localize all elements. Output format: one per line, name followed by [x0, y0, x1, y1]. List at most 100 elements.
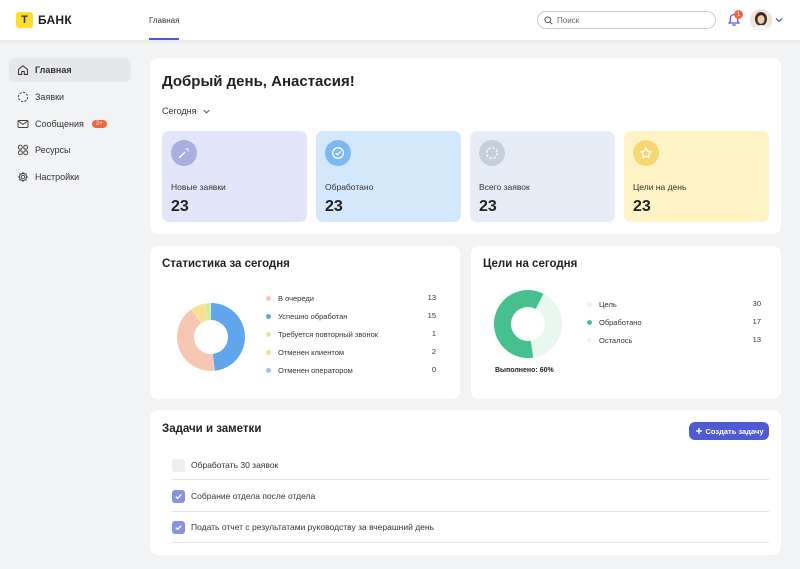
plus-icon [695, 428, 702, 434]
task-item: Собрание отдела после отдела [172, 480, 769, 512]
sidebar-item-label: Заявки [35, 92, 65, 102]
loader-icon [486, 147, 498, 159]
period-dropdown[interactable]: Сегодня [162, 106, 211, 116]
goals-today-card: Цели на сегодня Выполнено: 60% Цель 30 Обр… [471, 246, 781, 399]
task-checkbox[interactable] [172, 489, 185, 503]
stat-card-processed[interactable]: Обработано 23 [316, 131, 461, 222]
stat-label: Обработано [325, 182, 374, 192]
envelope-icon [17, 120, 29, 128]
stat-value: 23 [171, 198, 189, 215]
sidebar-item-label: Ресурсы [35, 145, 71, 155]
check-circle-icon [332, 147, 344, 159]
sidebar-item-label: Сообщения [35, 119, 84, 129]
home-icon [18, 65, 28, 75]
task-text: Обработать 30 заявок [191, 460, 279, 470]
legend-label: Успешно обработан [278, 311, 348, 321]
legend-dot [266, 349, 271, 355]
stats-today-card: Статистика за сегодня В очереди 13 Успешно… [150, 246, 460, 399]
stat-icon-circle [325, 140, 351, 166]
task-text: Подать отчет с результатами руководству … [191, 522, 435, 532]
goals-donut-chart [493, 290, 562, 358]
legend-label: Отменен оператором [278, 365, 353, 375]
gear-icon [18, 172, 28, 182]
sidebar-item-settings[interactable]: Настройки [9, 165, 131, 189]
stat-label: Цели на день [633, 182, 687, 192]
donut-slice [211, 303, 245, 371]
grid-icon [17, 144, 29, 156]
legend-item: Цель [587, 299, 617, 309]
logo-text: БАНК [38, 13, 73, 27]
avatar[interactable] [750, 9, 772, 31]
goals-today-title: Цели на сегодня [483, 258, 578, 270]
sidebar-item-requests[interactable]: Заявки [9, 85, 131, 109]
legend-label: Осталось [599, 335, 633, 345]
legend-label: В очереди [278, 293, 314, 303]
period-label: Сегодня [162, 106, 197, 116]
new-requests-icon [179, 148, 190, 158]
stat-card-daily-goals[interactable]: Цели на день 23 [624, 131, 769, 222]
sidebar-item-resources[interactable]: Ресурсы [9, 138, 131, 162]
task-checkbox[interactable] [172, 520, 185, 534]
stats-legend: В очереди 13 Успешно обработан 15 Требуется … [266, 293, 438, 383]
legend-label: Обработано [599, 317, 642, 327]
sidebar-item-messages[interactable]: Сообщения 2+ [9, 112, 131, 136]
stat-value: 23 [633, 198, 651, 215]
tasks-card: Задачи и заметки Создать задачу Обработа… [150, 410, 781, 555]
legend-item: Успешно обработан [266, 311, 347, 321]
legend-value: 2 [431, 347, 436, 356]
task-text: Собрание отдела после отдела [191, 491, 316, 501]
page-title: Добрый день, Анастасия! [162, 73, 355, 90]
search-input[interactable] [557, 15, 707, 25]
legend-item: Обработано [587, 317, 642, 327]
legend-item: Отменен клиентом [266, 347, 344, 357]
task-checkbox[interactable] [172, 458, 185, 472]
stats-today-title: Статистика за сегодня [162, 258, 290, 270]
search-box[interactable] [537, 11, 716, 29]
sidebar-item-label: Настройки [35, 172, 80, 182]
greeting-card: Добрый день, Анастасия! Сегодня Новые за… [150, 58, 781, 234]
star-icon [640, 147, 652, 159]
legend-label: Отменен клиентом [278, 347, 345, 357]
stat-icon-circle [633, 140, 659, 166]
legend-dot [587, 319, 592, 325]
dashed-circle-icon [17, 91, 29, 103]
legend-value: 13 [427, 293, 436, 302]
goal-done-text: Выполнено: 60% [495, 367, 554, 374]
sidebar: Главная Заявки Сообщения 2+ Ресурсы Наст… [0, 40, 140, 569]
avatar-image [750, 9, 772, 31]
stat-label: Всего заявок [479, 182, 530, 192]
stat-card-total[interactable]: Всего заявок 23 [470, 131, 615, 222]
legend-item: В очереди [266, 293, 314, 303]
stat-label: Новые заявки [171, 182, 226, 192]
logo-mark: Т [16, 12, 33, 28]
legend-value: 17 [752, 317, 761, 326]
legend-label: Требуется повторный звонок [278, 329, 379, 339]
create-task-button[interactable]: Создать задачу [689, 422, 769, 440]
notification-badge: 1 [734, 10, 743, 19]
legend-value: 30 [752, 299, 761, 308]
legend-dot [587, 337, 592, 343]
legend-value: 1 [431, 329, 436, 338]
bank-logo[interactable]: Т БАНК [16, 12, 72, 28]
legend-item: Отменен оператором [266, 365, 353, 375]
search-icon [544, 15, 553, 25]
legend-value: 15 [427, 311, 436, 320]
stats-donut-chart [177, 303, 245, 371]
checkmark-icon [175, 524, 182, 530]
legend-dot [266, 331, 271, 337]
legend-item: Требуется повторный звонок [266, 329, 378, 339]
create-task-label: Создать задачу [705, 426, 764, 436]
legend-dot [266, 367, 271, 373]
legend-dot [266, 295, 271, 301]
sidebar-item-home[interactable]: Главная [9, 58, 131, 82]
tab-home-label: Главная [149, 15, 180, 25]
tab-home[interactable]: Главная [149, 0, 180, 40]
messages-badge: 2+ [91, 120, 107, 128]
chevron-down-icon[interactable] [774, 15, 784, 25]
stat-card-new-requests[interactable]: Новые заявки 23 [162, 131, 307, 222]
top-bar: Т БАНК Главная 1 [0, 0, 800, 40]
legend-dot [266, 313, 271, 319]
task-item: Подать отчет с результатами руководству … [172, 511, 769, 543]
stat-value: 23 [479, 198, 497, 215]
task-item: Обработать 30 заявок [172, 449, 769, 481]
